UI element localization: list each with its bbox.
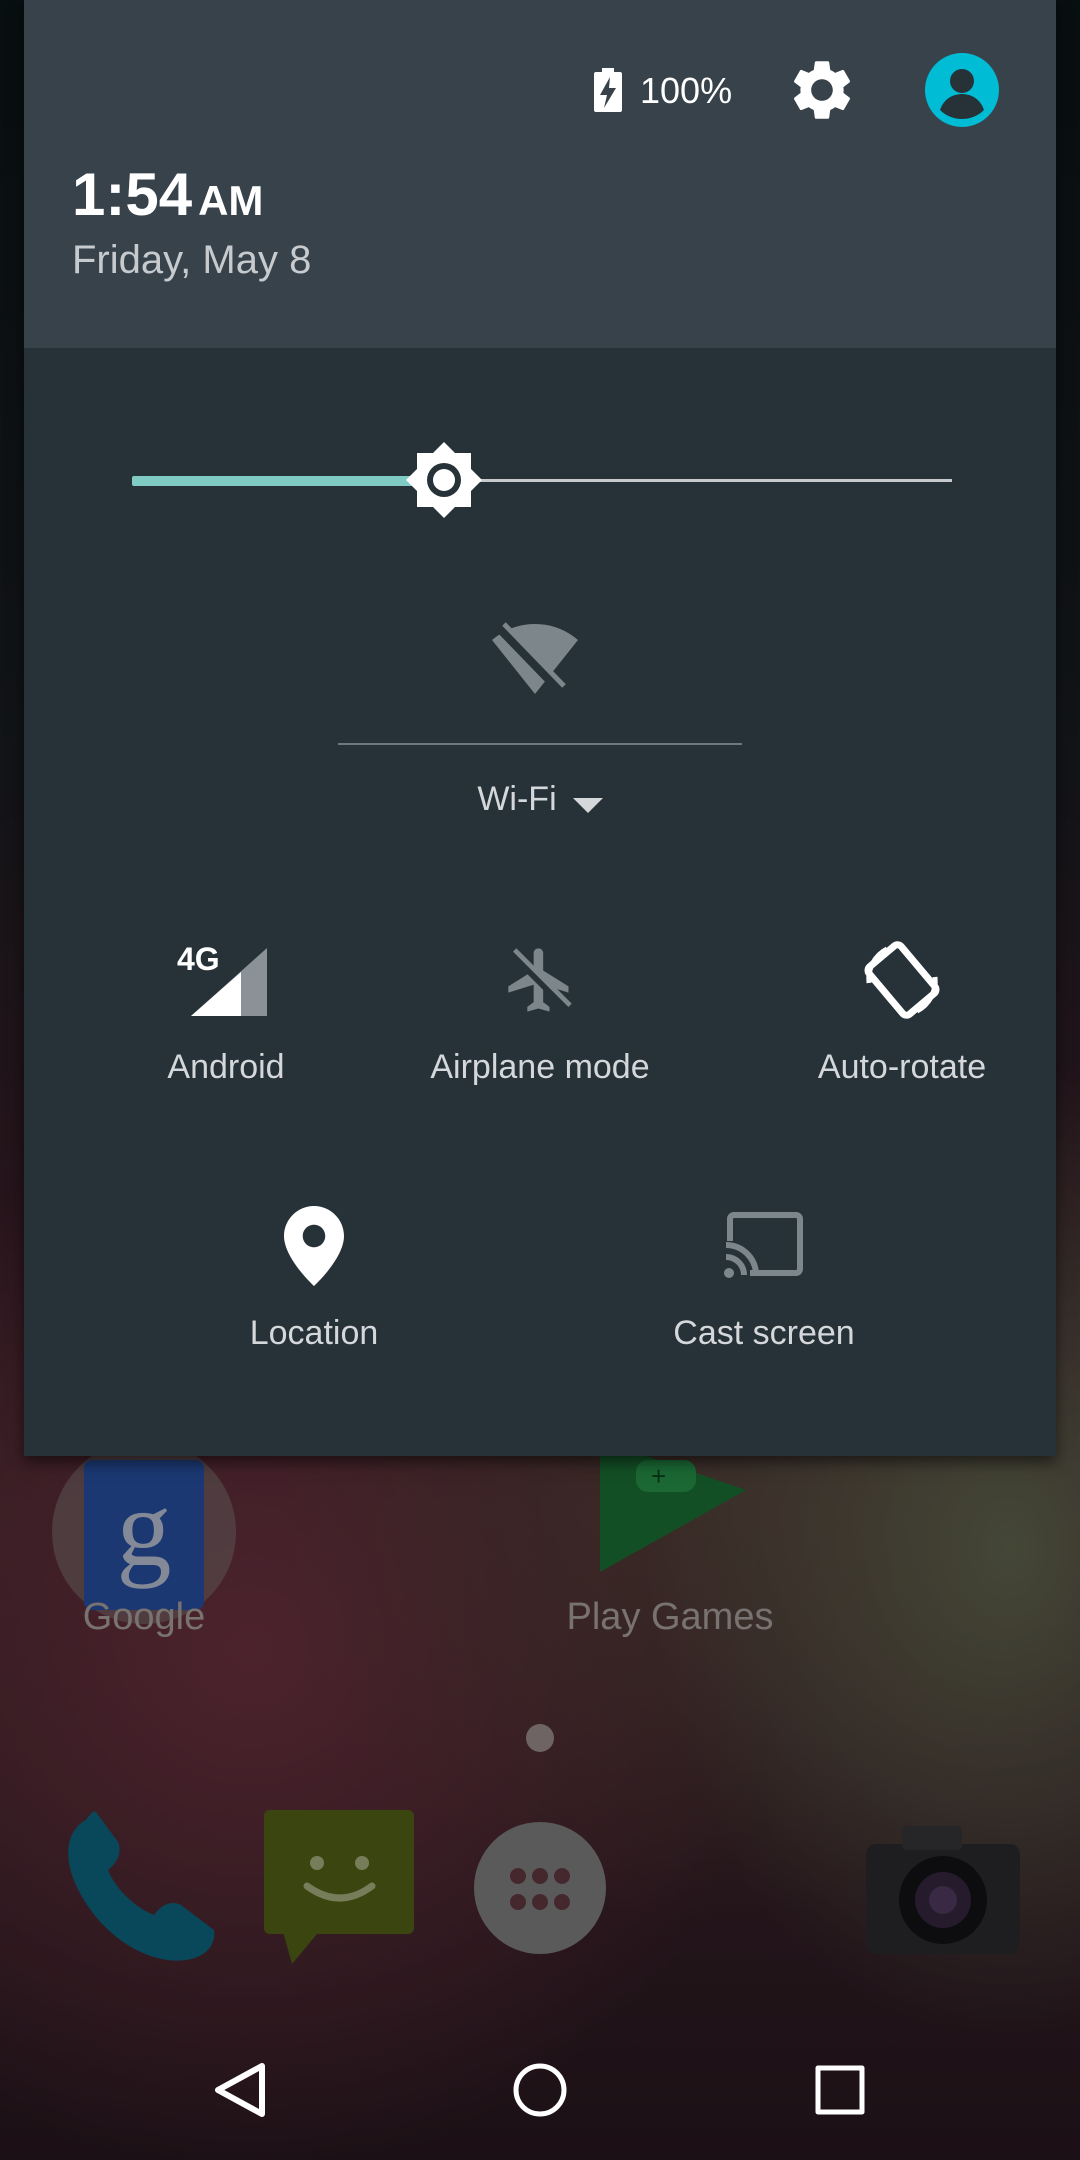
wifi-label[interactable]: Wi-Fi: [477, 780, 556, 818]
location-label: Location: [249, 1314, 379, 1352]
network-type-badge: 4G: [177, 941, 220, 977]
chevron-down-icon[interactable]: [572, 798, 603, 814]
wifi-divider: [338, 743, 742, 745]
recents-button[interactable]: [800, 2050, 880, 2130]
brightness-thumb-icon[interactable]: [404, 440, 484, 520]
brightness-track: [444, 479, 952, 482]
location-tile[interactable]: Location: [164, 1196, 464, 1396]
auto-rotate-label: Auto-rotate: [817, 1048, 987, 1086]
location-pin-icon[interactable]: [164, 1196, 464, 1296]
cast-icon[interactable]: [614, 1196, 914, 1296]
airplane-mode-label: Airplane mode: [430, 1048, 650, 1086]
navigation-bar: [0, 2000, 1080, 2160]
wifi-off-icon[interactable]: [490, 620, 580, 701]
settings-gear-icon[interactable]: [786, 54, 858, 126]
cast-screen-tile[interactable]: Cast screen: [614, 1196, 914, 1396]
clock-time: 1:54: [72, 161, 193, 228]
user-avatar-icon[interactable]: [924, 52, 1000, 128]
status-header: 100% 1:54 AM Friday, May 8: [24, 0, 1056, 348]
wifi-dropdown[interactable]: Wi-Fi: [338, 780, 742, 819]
signal-4g-icon[interactable]: 4G: [76, 930, 376, 1030]
battery-charging-icon: [592, 68, 624, 117]
clock-ampm: AM: [198, 177, 264, 224]
rotate-icon[interactable]: [752, 930, 1052, 1030]
quick-settings-panel: 100% 1:54 AM Friday, May 8 Wi-Fi 4G Andr…: [24, 0, 1056, 1456]
recents-square-icon: [815, 2065, 865, 2115]
back-icon: [215, 2063, 265, 2117]
cellular-tile[interactable]: 4G Android: [76, 930, 376, 1130]
airplane-mode-tile[interactable]: Airplane mode: [390, 930, 690, 1130]
back-button[interactable]: [200, 2050, 280, 2130]
cast-screen-label: Cast screen: [673, 1314, 855, 1352]
brightness-track-filled: [132, 476, 444, 486]
auto-rotate-tile[interactable]: Auto-rotate: [752, 930, 1052, 1130]
home-button[interactable]: [500, 2050, 580, 2130]
wifi-tile[interactable]: Wi-Fi: [338, 600, 762, 840]
home-circle-icon: [513, 2063, 567, 2117]
brightness-slider[interactable]: [132, 430, 972, 530]
date-label[interactable]: Friday, May 8: [72, 238, 311, 283]
cellular-label: Android: [167, 1048, 285, 1086]
clock: 1:54 AM: [72, 160, 263, 229]
airplane-icon[interactable]: [390, 930, 690, 1030]
battery-percentage: 100%: [640, 70, 733, 111]
